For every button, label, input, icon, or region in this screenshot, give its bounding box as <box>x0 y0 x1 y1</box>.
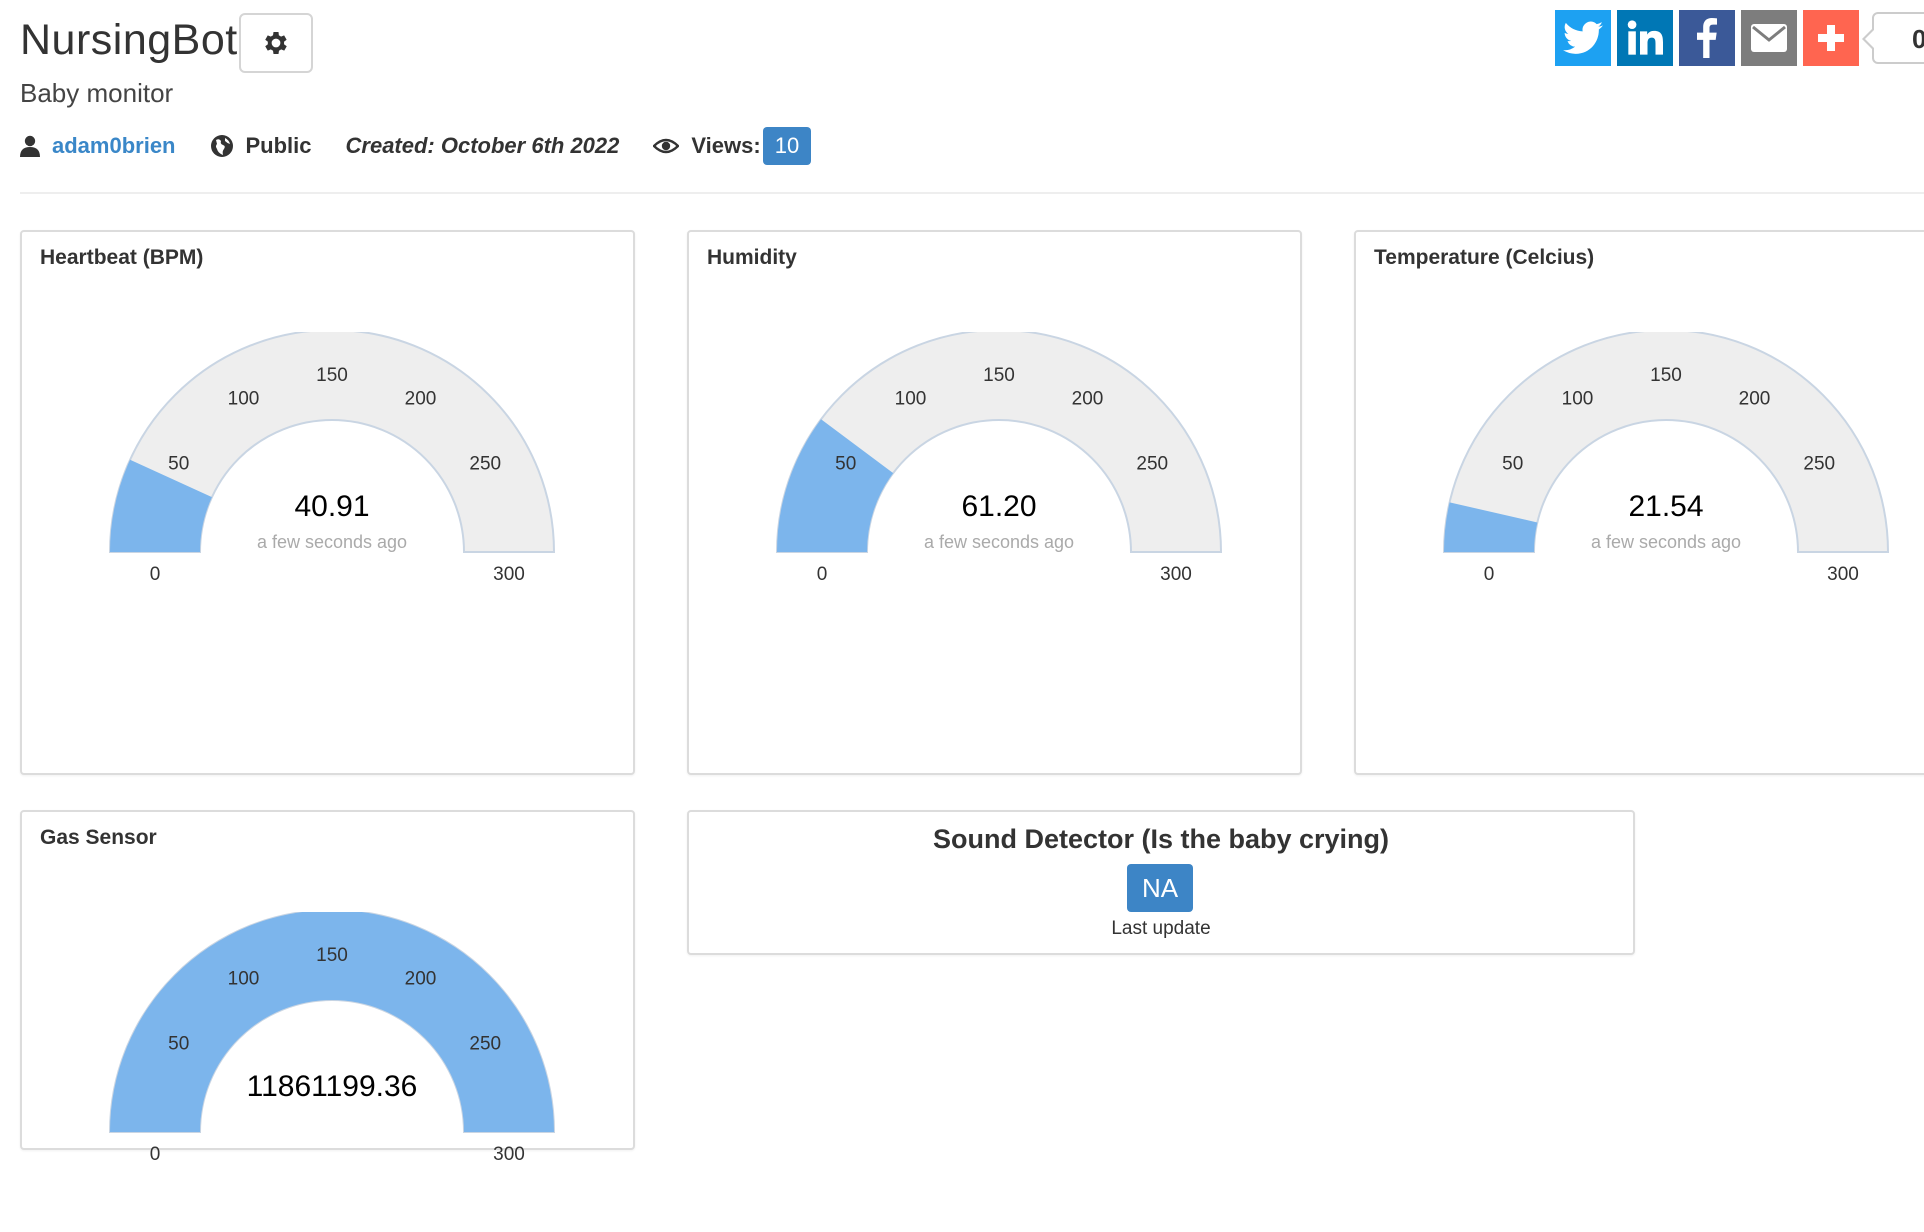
gauge-tick-50: 50 <box>835 454 856 475</box>
gauge-tick-0: 0 <box>150 1144 161 1165</box>
sound-detector-widget: Sound Detector (Is the baby crying) NA L… <box>687 810 1635 955</box>
gauge-tick-50: 50 <box>1502 454 1523 475</box>
humidity-widget: Humidity 0 50 100 150 200 250 300 61.20 … <box>687 230 1302 775</box>
gauge-tick-150: 150 <box>1650 365 1682 386</box>
gauge-timestamp: a few seconds ago <box>257 532 407 552</box>
gauge-tick-150: 150 <box>983 365 1015 386</box>
gauge-tick-300: 300 <box>493 564 525 585</box>
gauge-value: 40.91 <box>294 490 369 523</box>
gauge-tick-300: 300 <box>1160 564 1192 585</box>
twitter-icon <box>1563 21 1603 54</box>
widget-title: Heartbeat (BPM) <box>40 246 204 269</box>
gauge-tick-0: 0 <box>150 564 161 585</box>
email-icon <box>1751 24 1787 52</box>
gauge-tick-200: 200 <box>1072 389 1104 410</box>
heartbeat-gauge: 0 50 100 150 200 250 300 40.91 a few sec… <box>108 332 556 585</box>
facebook-share-button[interactable] <box>1679 10 1735 66</box>
plus-icon <box>1818 25 1844 51</box>
gauge-tick-300: 300 <box>1827 564 1859 585</box>
gas-sensor-gauge: 0 50 100 150 200 250 300 11861199.36 <box>108 912 556 1165</box>
widget-title: Temperature (Celcius) <box>1374 246 1595 269</box>
email-share-button[interactable] <box>1741 10 1797 66</box>
gauge-tick-250: 250 <box>469 454 501 475</box>
widget-title: Humidity <box>707 246 797 269</box>
linkedin-icon <box>1627 20 1663 55</box>
owner-link[interactable]: adam0brien <box>52 133 176 159</box>
gauge-value: 11861199.36 <box>247 1070 418 1103</box>
header-divider <box>20 192 1924 194</box>
views-label: Views: <box>691 133 761 158</box>
gauge-tick-200: 200 <box>405 389 437 410</box>
gauge-tick-200: 200 <box>405 969 437 990</box>
last-update-label: Last update <box>1111 918 1211 939</box>
widget-title: Gas Sensor <box>40 826 157 849</box>
gauge-tick-150: 150 <box>316 365 348 386</box>
user-icon <box>20 135 40 157</box>
heartbeat-widget: Heartbeat (BPM) 0 50 100 150 200 250 300… <box>20 230 635 775</box>
twitter-share-button[interactable] <box>1555 10 1611 66</box>
eye-icon <box>653 138 680 154</box>
gauge-timestamp: a few seconds ago <box>924 532 1074 552</box>
gauge-tick-100: 100 <box>1562 389 1594 410</box>
gauge-tick-250: 250 <box>1136 454 1168 475</box>
page-title: NursingBot <box>20 16 238 64</box>
temperature-widget: Temperature (Celcius) 0 50 100 150 200 2… <box>1354 230 1924 775</box>
sound-status-badge: NA <box>1127 864 1193 912</box>
humidity-gauge: 0 50 100 150 200 250 300 61.20 a few sec… <box>775 332 1223 585</box>
gauge-tick-50: 50 <box>168 1034 189 1055</box>
share-count: 0 <box>1862 12 1924 64</box>
gauge-tick-100: 100 <box>895 389 927 410</box>
meta-bar: adam0brien Public Created: October 6th 2… <box>20 126 845 166</box>
views-count-badge: 10 <box>762 127 812 165</box>
gauge-tick-100: 100 <box>228 969 260 990</box>
gauge-tick-250: 250 <box>1803 454 1835 475</box>
gear-icon <box>265 32 287 54</box>
widget-title: Sound Detector (Is the baby crying) <box>932 824 1390 854</box>
gauge-tick-0: 0 <box>1484 564 1495 585</box>
facebook-icon <box>1697 18 1717 58</box>
linkedin-share-button[interactable] <box>1617 10 1673 66</box>
visibility-label: Public <box>245 133 312 158</box>
gauge-tick-250: 250 <box>469 1034 501 1055</box>
more-share-button[interactable] <box>1803 10 1859 66</box>
gauge-tick-150: 150 <box>316 945 348 966</box>
gauge-tick-50: 50 <box>168 454 189 475</box>
gauge-value: 61.20 <box>961 490 1036 523</box>
settings-button[interactable] <box>239 13 313 73</box>
globe-icon <box>210 135 233 157</box>
temperature-gauge: 0 50 100 150 200 250 300 21.54 a few sec… <box>1442 332 1890 585</box>
gauge-value: 21.54 <box>1628 490 1703 523</box>
share-bar <box>1555 10 1865 66</box>
gauge-tick-300: 300 <box>493 1144 525 1165</box>
gauge-tick-100: 100 <box>228 389 260 410</box>
gauge-tick-200: 200 <box>1739 389 1771 410</box>
gauge-tick-0: 0 <box>817 564 828 585</box>
gauge-timestamp: a few seconds ago <box>1591 532 1741 552</box>
page-subtitle: Baby monitor <box>20 78 174 108</box>
gas-sensor-widget: Gas Sensor 0 50 100 150 200 250 300 1186… <box>20 810 635 1165</box>
created-date: Created: October 6th 2022 <box>345 133 620 158</box>
